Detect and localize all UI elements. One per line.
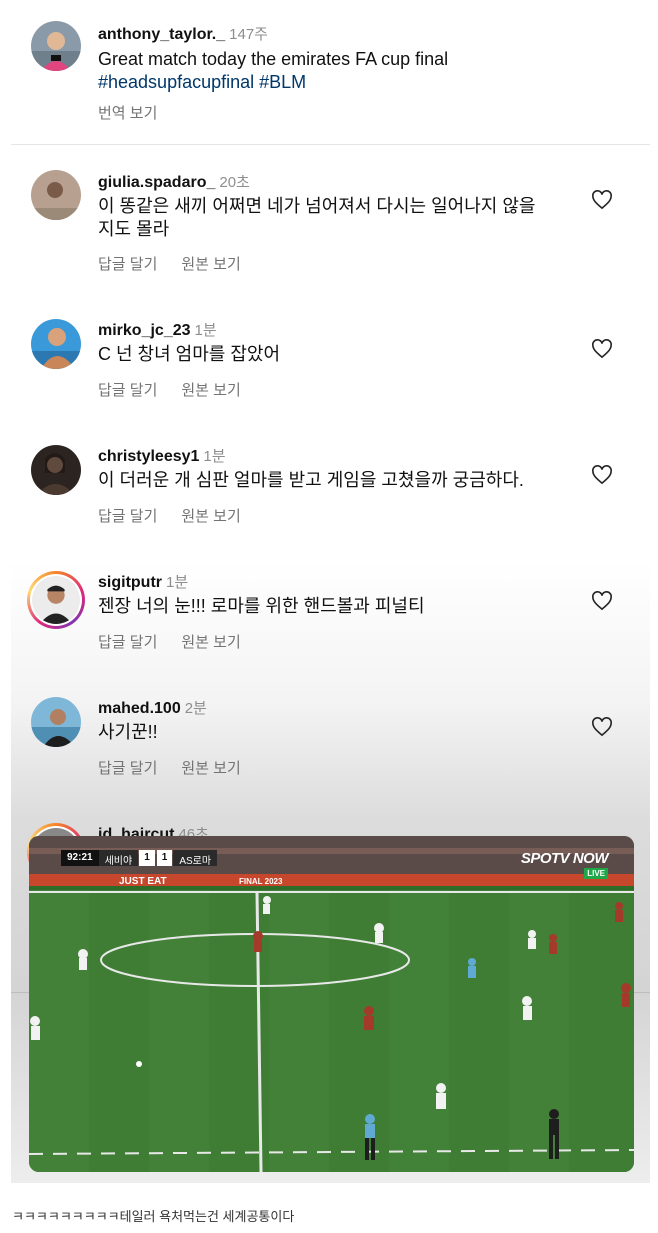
heart-icon[interactable] <box>591 465 613 485</box>
comment-time: 1분 <box>194 322 217 339</box>
comment-avatar[interactable] <box>31 319 81 369</box>
comment-time: 1분 <box>166 574 189 591</box>
comment-avatar[interactable] <box>31 445 81 495</box>
comment-username[interactable]: christyleesy1 <box>98 448 199 465</box>
match-video[interactable]: 92:21 세비야 1 1 AS로마 JUST EAT FINAL 2023 S… <box>29 836 634 1172</box>
away-team: AS로마 <box>173 850 218 867</box>
home-team: 세비야 <box>98 850 139 867</box>
comment-text: C 넌 창녀 엄마를 잡았어 <box>98 344 281 364</box>
post-username-row: anthony_taylor._ 147주 <box>98 23 268 44</box>
comment-username[interactable]: mahed.100 <box>98 700 181 717</box>
comment-actions: 답글 달기 원본 보기 <box>98 253 265 274</box>
post-text: Great match today the emirates FA cup fi… <box>98 49 449 69</box>
heart-icon[interactable] <box>591 591 613 611</box>
comment-avatar[interactable] <box>31 170 81 220</box>
comment-username-row: mirko_jc_23 1분 <box>98 319 217 340</box>
post-caption: Great match today the emirates FA cup fi… <box>98 48 568 94</box>
board-text: JUST EAT <box>119 876 167 887</box>
comment-text: 이 더러운 개 심판 얼마를 받고 게임을 고쳤을까 궁금하다. <box>98 470 524 490</box>
story-ring[interactable] <box>27 571 85 629</box>
comment-text-line: 지도 몰라 <box>98 219 170 239</box>
comment-username[interactable]: sigitputr <box>98 574 162 591</box>
comment-time: 20초 <box>219 174 250 191</box>
live-badge: LIVE <box>584 868 608 879</box>
reply-link[interactable]: 답글 달기 <box>98 382 157 399</box>
view-original-link[interactable]: 원본 보기 <box>181 760 240 777</box>
comment-actions: 답글 달기 원본 보기 <box>98 757 265 778</box>
post-hashtags[interactable]: #headsupfacupfinal #BLM <box>98 71 568 94</box>
comment-time: 2분 <box>184 700 207 717</box>
comment-actions: 답글 달기 원본 보기 <box>98 505 265 526</box>
view-original-link[interactable]: 원본 보기 <box>181 634 240 651</box>
comment-actions: 답글 달기 원본 보기 <box>98 379 265 400</box>
heart-icon[interactable] <box>591 717 613 737</box>
heart-icon[interactable] <box>591 190 613 210</box>
board-center: FINAL 2023 <box>239 877 283 886</box>
home-score: 1 <box>139 850 155 866</box>
match-clock: 92:21 <box>61 850 99 866</box>
comment-text: 사기꾼!! <box>98 722 158 742</box>
comment-avatar[interactable] <box>31 697 81 747</box>
comment-actions: 답글 달기 원본 보기 <box>98 631 265 652</box>
reply-link[interactable]: 답글 달기 <box>98 760 157 777</box>
reply-link[interactable]: 답글 달기 <box>98 256 157 273</box>
comment-username-row: christyleesy1 1분 <box>98 445 226 466</box>
away-score: 1 <box>156 850 173 866</box>
comment-avatar[interactable] <box>32 576 80 624</box>
translate-link[interactable]: 번역 보기 <box>98 105 157 122</box>
comment-username-row: giulia.spadaro_ 20초 <box>98 171 250 192</box>
scorebug: 92:21 세비야 1 1 AS로마 <box>61 850 218 867</box>
post-username[interactable]: anthony_taylor._ <box>98 26 225 43</box>
reply-link[interactable]: 답글 달기 <box>98 508 157 525</box>
view-original-link[interactable]: 원본 보기 <box>181 382 240 399</box>
post-divider <box>11 144 650 145</box>
caption-text: ㅋㅋㅋㅋㅋㅋㅋㅋㅋ테일러 욕처먹는건 세계공통이다 <box>12 1209 295 1224</box>
post-time: 147주 <box>229 26 268 43</box>
view-original-link[interactable]: 원본 보기 <box>181 508 240 525</box>
reply-link[interactable]: 답글 달기 <box>98 634 157 651</box>
comment-time: 1분 <box>203 448 226 465</box>
comment-username-row: sigitputr 1분 <box>98 571 188 592</box>
comment-username-row: mahed.100 2분 <box>98 697 207 718</box>
view-original-link[interactable]: 원본 보기 <box>181 256 240 273</box>
comment-text: 이 똥같은 새끼 어쩌면 네가 넘어져서 다시는 일어나지 않을 지도 몰라 <box>98 195 568 241</box>
post-meta: 번역 보기 <box>98 102 181 123</box>
comment-username[interactable]: mirko_jc_23 <box>98 322 191 339</box>
comment-text: 젠장 너의 눈!!! 로마를 위한 핸드볼과 피널티 <box>98 596 425 616</box>
original-post: anthony_taylor._ 147주 Great match today t… <box>11 0 650 145</box>
heart-icon[interactable] <box>591 339 613 359</box>
broadcaster-logo: SPOTV NOW <box>520 850 609 867</box>
comment-text-line: 이 똥같은 새끼 어쩌면 네가 넘어져서 다시는 일어나지 않을 <box>98 196 536 216</box>
comment-username[interactable]: giulia.spadaro_ <box>98 174 215 191</box>
post-avatar[interactable] <box>31 21 81 71</box>
